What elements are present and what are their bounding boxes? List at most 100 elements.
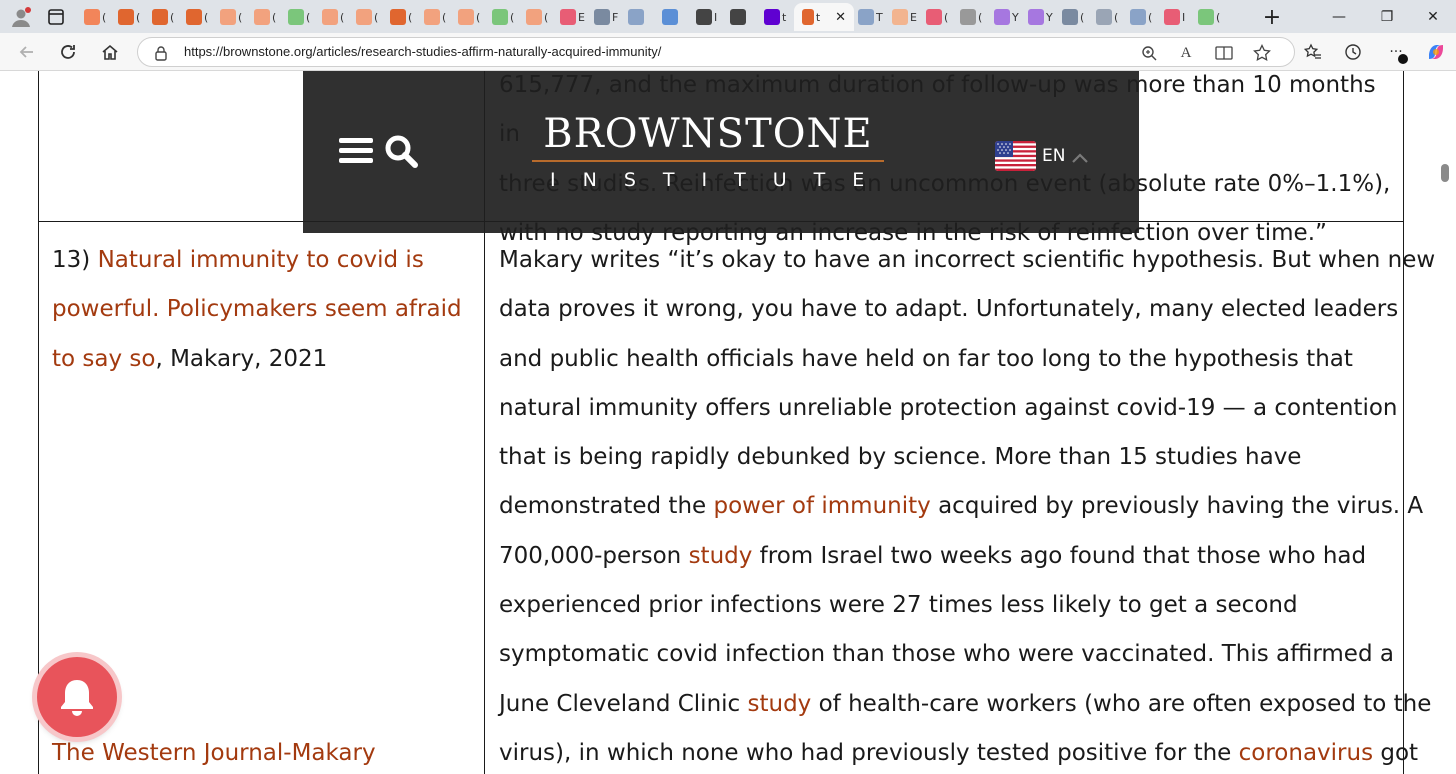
zoom-icon[interactable]	[1138, 42, 1160, 64]
close-window-button[interactable]: ✕	[1410, 0, 1456, 33]
browser-tab[interactable]: (	[956, 3, 990, 31]
browser-tab[interactable]: (	[488, 3, 522, 31]
read-aloud-icon[interactable]: A	[1175, 42, 1197, 64]
browser-tab[interactable]: (	[522, 3, 556, 31]
restore-button[interactable]: ❐	[1364, 0, 1410, 33]
search-icon[interactable]	[384, 134, 418, 168]
bookmark-icon	[802, 9, 814, 25]
inline-link[interactable]: study	[689, 543, 753, 569]
browser-tab[interactable]	[658, 3, 692, 31]
browser-tab[interactable]: I	[692, 3, 726, 31]
browser-tab[interactable]: I	[1160, 3, 1194, 31]
text-segment: June Cleveland Clinic	[499, 690, 748, 717]
browser-tab[interactable]: (	[216, 3, 250, 31]
text-line: symptomatic covid infection than those w…	[499, 630, 1399, 679]
browser-tab[interactable]: (	[922, 3, 956, 31]
tab-list: ((((((((((((((E F It t ✕ T E((Y Y(((I(	[80, 3, 1228, 31]
browser-tab[interactable]: (	[454, 3, 488, 31]
browser-tab[interactable]: (	[182, 3, 216, 31]
text-segment: experienced prior infections were 27 tim…	[499, 592, 1298, 619]
text-segment: got	[1373, 739, 1419, 766]
browser-tab[interactable]: (	[1194, 3, 1228, 31]
history-icon[interactable]	[1338, 37, 1368, 67]
inline-link[interactable]: power of immunity	[714, 493, 931, 519]
browser-tab[interactable]: E	[556, 3, 590, 31]
browser-tab[interactable]: (	[420, 3, 454, 31]
browser-tab[interactable]: T	[854, 3, 888, 31]
favorites-icon[interactable]	[1298, 37, 1328, 67]
tab-label: (	[476, 10, 481, 24]
tab-label: E	[910, 10, 917, 24]
tab-label: t	[782, 10, 787, 24]
us-flag-icon	[995, 141, 1036, 171]
browser-tab[interactable]: (	[80, 3, 114, 31]
text-line: 700,000-person study from Israel two wee…	[499, 532, 1399, 581]
video-icon	[1164, 9, 1180, 25]
back-button[interactable]	[12, 37, 42, 67]
close-tab-icon[interactable]: ✕	[835, 10, 846, 25]
tab-label: (	[408, 10, 413, 24]
url-text[interactable]: https://brownstone.org/articles/research…	[184, 44, 661, 59]
browser-tab[interactable]: (	[114, 3, 148, 31]
minimize-button[interactable]: —	[1316, 0, 1362, 33]
text-segment: from Israel two weeks ago found that tho…	[752, 542, 1367, 569]
browser-tab[interactable]	[726, 3, 760, 31]
browser-tab[interactable]: (	[386, 3, 420, 31]
text-line: that is being rapidly debunked by scienc…	[499, 433, 1399, 482]
tab-label: (	[170, 10, 175, 24]
address-bar[interactable]: https://brownstone.org/articles/research…	[137, 37, 1295, 67]
doc-icon	[1096, 9, 1112, 25]
tab-label: (	[978, 10, 983, 24]
browser-tab[interactable]: F	[590, 3, 624, 31]
brownstone-logo[interactable]: BROWNSTONE INSTITUTE	[528, 111, 888, 192]
browser-tab[interactable]: (	[148, 3, 182, 31]
inline-link[interactable]: coronavirus	[1239, 740, 1373, 766]
browser-tab[interactable]: Y	[990, 3, 1024, 31]
browser-tab[interactable]: E	[888, 3, 922, 31]
lock-icon[interactable]	[154, 45, 168, 65]
scrollbar-thumb[interactable]	[1441, 164, 1449, 182]
hamburger-menu-icon[interactable]	[339, 138, 373, 164]
table-border-right	[1403, 71, 1404, 774]
western-journal-link[interactable]: The Western Journal-Makary	[52, 740, 376, 766]
new-tab-button[interactable]: +	[1258, 3, 1286, 31]
active-browser-tab[interactable]: t ✕	[794, 3, 854, 31]
tab-label: (	[1148, 10, 1153, 24]
immersive-reader-icon[interactable]	[1213, 42, 1235, 64]
home-button[interactable]	[95, 37, 125, 67]
tab-label: I	[1182, 10, 1186, 24]
browser-tab[interactable]: (	[250, 3, 284, 31]
article-title-link[interactable]: to say so	[52, 346, 155, 372]
copilot-icon[interactable]	[1421, 37, 1451, 67]
refresh-button[interactable]	[53, 37, 83, 67]
browser-tab[interactable]: Y	[1024, 3, 1058, 31]
slash-icon	[730, 9, 746, 25]
article-title-link[interactable]: Natural immunity to covid is	[98, 247, 424, 273]
favorite-star-icon[interactable]	[1251, 42, 1273, 64]
yahoo-icon	[994, 9, 1010, 25]
browser-tab[interactable]: (	[284, 3, 318, 31]
inline-link[interactable]: study	[748, 691, 812, 717]
browser-tab[interactable]: (	[1126, 3, 1160, 31]
text-line: demonstrated the power of immunity acqui…	[499, 482, 1423, 531]
yahoo-icon	[764, 9, 780, 25]
article-title-link[interactable]: powerful. Policymakers seem afraid	[52, 296, 462, 322]
profile-icon[interactable]	[10, 6, 32, 28]
browser-tab[interactable]: t	[760, 3, 794, 31]
tab-label: Y	[1046, 10, 1053, 24]
browser-tab[interactable]: (	[1092, 3, 1126, 31]
citation-author: , Makary, 2021	[155, 345, 328, 372]
site-header: BROWNSTONE INSTITUTE EN	[303, 71, 1139, 233]
text-segment: data proves it wrong, you have to adapt.…	[499, 296, 1399, 323]
browser-tab[interactable]: (	[352, 3, 386, 31]
tab-actions-icon[interactable]	[46, 7, 66, 27]
browser-tab[interactable]: (	[318, 3, 352, 31]
text-line: virus), in which none who had previously…	[499, 729, 1418, 774]
browser-tab[interactable]: (	[1058, 3, 1092, 31]
bookmark-icon	[220, 9, 236, 25]
tab-label: I	[714, 10, 718, 24]
browser-tab[interactable]	[624, 3, 658, 31]
tab-label: (	[306, 10, 311, 24]
notification-bell-button[interactable]	[37, 657, 117, 737]
language-selector[interactable]: EN	[995, 141, 1089, 171]
